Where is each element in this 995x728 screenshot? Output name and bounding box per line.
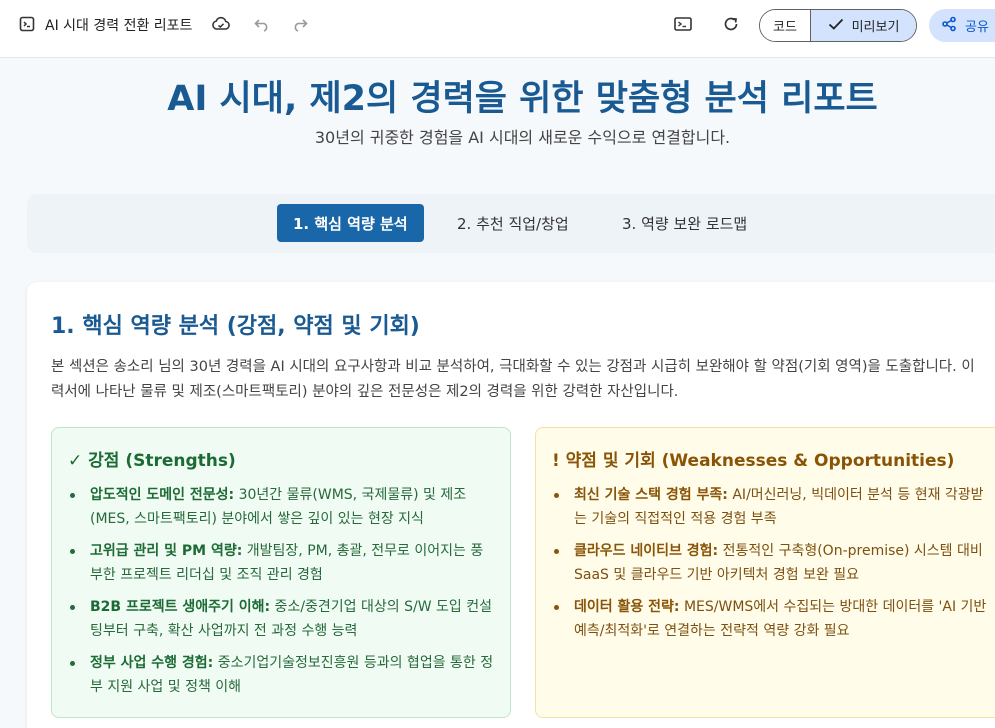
item-label: 데이터 활용 전략: <box>574 599 680 615</box>
undo-icon[interactable] <box>252 14 272 34</box>
preview-toggle-label: 미리보기 <box>851 20 900 35</box>
preview-toggle-button[interactable]: 미리보기 <box>811 10 916 41</box>
list-item: 압도적인 도메인 전문성: 30년간 물류(WMS, 국제물류) 및 제조(ME… <box>68 483 494 531</box>
section-title: 1. 핵심 역량 분석 (강점, 약점 및 기회) <box>51 314 420 339</box>
strengths-list: 압도적인 도메인 전문성: 30년간 물류(WMS, 국제물류) 및 제조(ME… <box>68 483 494 699</box>
code-toggle-button[interactable]: 코드 <box>760 10 811 41</box>
list-item: 고위급 관리 및 PM 역량: 개발팀장, PM, 총괄, 전무로 이어지는 풍… <box>68 539 494 587</box>
document-title: AI 시대 경력 전환 리포트 <box>45 18 193 34</box>
list-item: 클라우드 네이티브 경험: 전통적인 구축형(On-premise) 시스템 대… <box>552 539 988 587</box>
tab-core-competency[interactable]: 1. 핵심 역량 분석 <box>277 204 424 242</box>
item-label: 압도적인 도메인 전문성: <box>90 487 235 503</box>
item-label: 클라우드 네이티브 경험: <box>574 543 719 559</box>
list-item: B2B 프로젝트 생애주기 이해: 중소/중견기업 대상의 S/W 도입 컨설팅… <box>68 595 494 643</box>
page-title: AI 시대, 제2의 경력을 위한 맞춤형 분석 리포트 <box>167 79 878 119</box>
doc-icon <box>19 16 35 32</box>
tab-roadmap[interactable]: 3. 역량 보완 로드맵 <box>606 204 763 242</box>
strengths-title: ✓ 강점 (Strengths) <box>68 451 236 471</box>
item-label: B2B 프로젝트 생애주기 이해: <box>90 599 271 615</box>
redo-icon[interactable] <box>290 14 310 34</box>
section-intro: 본 섹션은 송소리 님의 30년 경력을 AI 시대의 요구사항과 비교 분석하… <box>51 359 975 400</box>
page-subtitle: 30년의 귀중한 경험을 AI 시대의 새로운 수익으로 연결합니다. <box>314 128 731 147</box>
weaknesses-box: ! 약점 및 기회 (Weaknesses & Opportunities) 최… <box>535 427 995 718</box>
top-toolbar: AI 시대 경력 전환 리포트 코드 미리보기 공유 <box>0 0 995 58</box>
list-item: 최신 기술 스택 경험 부족: AI/머신러닝, 빅데이터 분석 등 현재 각광… <box>552 483 988 531</box>
item-label: 정부 사업 수행 경험: <box>90 655 214 671</box>
item-label: 고위급 관리 및 PM 역량: <box>90 543 243 559</box>
share-icon <box>941 16 957 36</box>
item-label: 최신 기술 스택 경험 부족: <box>574 487 728 503</box>
terminal-icon[interactable] <box>673 14 693 34</box>
list-item: 데이터 활용 전략: MES/WMS에서 수집되는 방대한 데이터를 'AI 기… <box>552 595 988 643</box>
code-toggle-label: 코드 <box>773 20 797 35</box>
weaknesses-title: ! 약점 및 기회 (Weaknesses & Opportunities) <box>552 451 955 471</box>
weaknesses-list: 최신 기술 스택 경험 부족: AI/머신러닝, 빅데이터 분석 등 현재 각광… <box>552 483 988 643</box>
tab-recommended-jobs[interactable]: 2. 추천 직업/창업 <box>441 204 585 242</box>
view-toggle: 코드 미리보기 <box>759 9 917 42</box>
share-label: 공유 <box>965 20 989 35</box>
strengths-box: ✓ 강점 (Strengths) 압도적인 도메인 전문성: 30년간 물류(W… <box>51 427 511 718</box>
section-tabs: 1. 핵심 역량 분석 2. 추천 직업/창업 3. 역량 보완 로드맵 <box>27 194 995 253</box>
check-icon <box>828 17 844 35</box>
refresh-icon[interactable] <box>721 14 741 34</box>
list-item: 정부 사업 수행 경험: 중소기업기술정보진흥원 등과의 협업을 통한 정부 지… <box>68 651 494 699</box>
share-button[interactable]: 공유 <box>929 9 995 42</box>
cloud-icon[interactable] <box>211 14 231 34</box>
